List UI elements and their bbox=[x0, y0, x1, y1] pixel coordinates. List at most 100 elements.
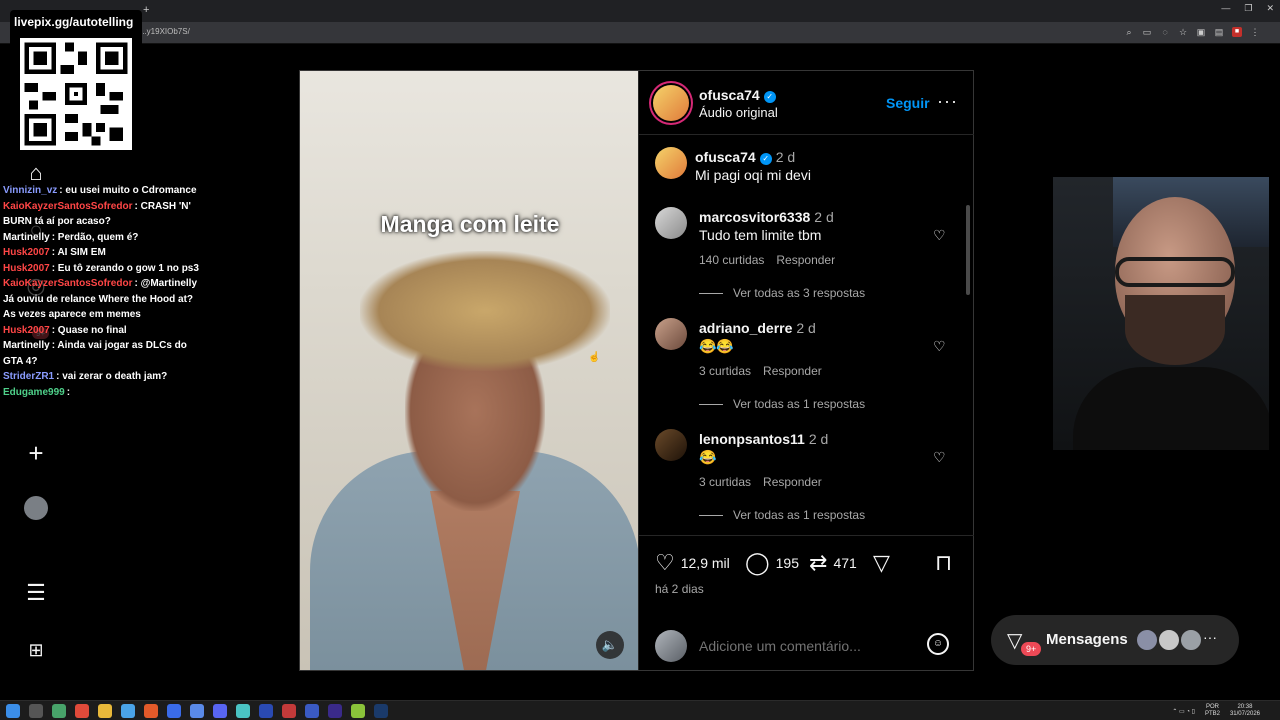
browser-tab-bar: + — ❐ ✕ bbox=[0, 0, 1280, 22]
discord-icon[interactable] bbox=[213, 704, 227, 718]
browser-menu-icon[interactable]: ⋮ bbox=[1250, 27, 1260, 37]
comment-likes[interactable]: 3 curtidas bbox=[699, 475, 751, 489]
sidebar-icon[interactable]: ▤ bbox=[1214, 27, 1224, 37]
start-icon[interactable] bbox=[6, 704, 20, 718]
audio-label[interactable]: Áudio original bbox=[699, 105, 778, 120]
webcam-body bbox=[1073, 367, 1269, 450]
messages-badge: 9+ bbox=[1019, 640, 1044, 658]
audition-icon[interactable] bbox=[259, 704, 273, 718]
qr-label: livepix.gg/autotelling bbox=[14, 15, 134, 29]
comment-action[interactable]: ◯ 195 bbox=[745, 552, 799, 574]
restore-icon[interactable]: ❐ bbox=[1244, 3, 1252, 14]
description-user[interactable]: ofusca74 bbox=[695, 149, 756, 165]
minimize-icon[interactable]: — bbox=[1221, 3, 1230, 14]
app-icon[interactable] bbox=[190, 704, 204, 718]
zoom-icon[interactable]: ⌕ bbox=[1124, 27, 1134, 37]
app-icon[interactable] bbox=[236, 704, 250, 718]
menu-icon[interactable]: ☰ bbox=[22, 579, 50, 607]
emoji-icon[interactable]: ☺ bbox=[927, 633, 949, 655]
comment-avatar[interactable] bbox=[655, 429, 687, 461]
comment-user[interactable]: marcosvitor6338 bbox=[699, 209, 810, 225]
sound-toggle-icon[interactable]: 🔈 bbox=[596, 631, 624, 659]
premiere-icon[interactable] bbox=[328, 704, 342, 718]
heart-icon[interactable]: ♡ bbox=[655, 552, 675, 574]
comment-user[interactable]: adriano_derre bbox=[699, 320, 792, 336]
mouse-cursor-icon: ☝ bbox=[588, 352, 601, 363]
more-options-icon[interactable]: ··· bbox=[937, 91, 958, 112]
comment-header: marcosvitor6338 2 d bbox=[699, 209, 834, 227]
extension-icon[interactable]: ■ bbox=[1232, 27, 1242, 37]
reply-button[interactable]: Responder bbox=[763, 364, 822, 378]
description-text: Mi pagi oqi mi devi bbox=[695, 167, 811, 183]
extensions-icon[interactable]: ▣ bbox=[1196, 27, 1206, 37]
comment-avatar[interactable] bbox=[655, 207, 687, 239]
comment-avatar[interactable] bbox=[655, 318, 687, 350]
more-apps-icon[interactable]: ⊞ bbox=[22, 636, 50, 664]
author-handle[interactable]: ofusca74 bbox=[699, 87, 760, 103]
comment-input[interactable]: Adicione um comentário... bbox=[699, 638, 861, 654]
webcam-beard bbox=[1125, 295, 1225, 365]
new-tab-button[interactable]: + bbox=[143, 4, 149, 16]
repost-action[interactable]: ⇄ 471 bbox=[809, 552, 857, 574]
app-icon[interactable] bbox=[351, 704, 365, 718]
like-action[interactable]: ♡ 12,9 mil bbox=[655, 552, 730, 574]
app-icon[interactable] bbox=[75, 704, 89, 718]
photoshop-icon[interactable] bbox=[374, 704, 388, 718]
chrome-icon[interactable] bbox=[121, 704, 135, 718]
bookmark-star-icon[interactable]: ☆ bbox=[1178, 27, 1188, 37]
clock[interactable]: 20:38 31/07/2026 bbox=[1230, 704, 1260, 718]
messages-button[interactable]: ▽ 9+ Mensagens ··· bbox=[991, 615, 1239, 665]
brave-icon[interactable] bbox=[144, 704, 158, 718]
view-replies-button[interactable]: Ver todas as 1 respostas bbox=[699, 508, 865, 522]
chat-message: StriderZR1: vai zerar o death jam? bbox=[0, 369, 200, 385]
bookmark-icon[interactable]: ⊓ bbox=[935, 552, 952, 574]
like-comment-icon[interactable]: ♡ bbox=[933, 227, 946, 244]
app-icon[interactable] bbox=[167, 704, 181, 718]
messages-more-icon[interactable]: ··· bbox=[1203, 629, 1217, 645]
toolbar-icons: ⌕ ▭ ◌ ☆ ▣ ▤ ■ ⋮ bbox=[1124, 27, 1260, 37]
repost-icon[interactable]: ⇄ bbox=[809, 552, 827, 574]
task-view-icon[interactable] bbox=[29, 704, 43, 718]
reel-video[interactable]: Manga com leite 🔈 bbox=[300, 71, 638, 670]
comment-bubble-icon[interactable]: ◯ bbox=[745, 552, 770, 574]
tray-icons[interactable]: ⌃ ▭ ◔ ▯ bbox=[1172, 708, 1195, 715]
save-action[interactable]: ⊓ bbox=[935, 552, 952, 574]
like-comment-icon[interactable]: ♡ bbox=[933, 449, 946, 466]
file-explorer-icon[interactable] bbox=[98, 704, 112, 718]
chat-message: Husk2007: Eu tô zerando o gow 1 no ps3 bbox=[0, 261, 200, 277]
post-modal: Manga com leite 🔈 ofusca74 ✓ Áudio origin… bbox=[299, 70, 974, 671]
view-replies-button[interactable]: Ver todas as 1 respostas bbox=[699, 397, 865, 411]
chat-text: : eu usei muito o Cdromance bbox=[59, 185, 197, 196]
like-comment-icon[interactable]: ♡ bbox=[933, 338, 946, 355]
address-bar[interactable]: ...y19XIOb7S/ ⌕ ▭ ◌ ☆ ▣ ▤ ■ ⋮ bbox=[0, 22, 1280, 44]
comment-likes[interactable]: 3 curtidas bbox=[699, 364, 751, 378]
app-icon[interactable] bbox=[52, 704, 66, 718]
reply-button[interactable]: Responder bbox=[763, 475, 822, 489]
comments-scrollbar[interactable] bbox=[966, 205, 970, 295]
language: POR bbox=[1205, 704, 1219, 710]
close-window-icon[interactable]: ✕ bbox=[1266, 3, 1274, 14]
create-icon[interactable]: + bbox=[22, 438, 50, 468]
share-icon[interactable]: ▽ bbox=[873, 552, 890, 574]
comment-header: adriano_derre 2 d bbox=[699, 320, 816, 338]
follow-button[interactable]: Seguir bbox=[886, 95, 930, 111]
cast-icon[interactable]: ▭ bbox=[1142, 27, 1152, 37]
comment-user[interactable]: lenonpsantos11 bbox=[699, 431, 805, 447]
view-replies-button[interactable]: Ver todas as 3 respostas bbox=[699, 286, 865, 300]
reply-button[interactable]: Responder bbox=[776, 253, 835, 267]
donation-qr-widget: livepix.gg/autotelling bbox=[10, 10, 142, 160]
url-text[interactable]: ...y19XIOb7S/ bbox=[140, 27, 190, 36]
description-avatar[interactable] bbox=[655, 147, 687, 179]
comment-likes[interactable]: 140 curtidas bbox=[699, 253, 764, 267]
app-icon[interactable] bbox=[282, 704, 296, 718]
author-avatar[interactable] bbox=[653, 85, 689, 121]
messages-label[interactable]: Mensagens bbox=[1046, 631, 1128, 648]
app-icon[interactable] bbox=[305, 704, 319, 718]
likes-count[interactable]: 12,9 mil bbox=[681, 555, 730, 571]
language-indicator[interactable]: POR PTB2 bbox=[1205, 704, 1220, 718]
profile-avatar[interactable] bbox=[24, 496, 48, 520]
post-actions: ♡ 12,9 mil ◯ 195 ⇄ 471 ▽ ⊓ há 2 dias Adicio… bbox=[639, 535, 974, 670]
eye-off-icon[interactable]: ◌ bbox=[1160, 27, 1170, 37]
reposts-count: 471 bbox=[833, 555, 857, 571]
share-action[interactable]: ▽ bbox=[873, 552, 890, 574]
